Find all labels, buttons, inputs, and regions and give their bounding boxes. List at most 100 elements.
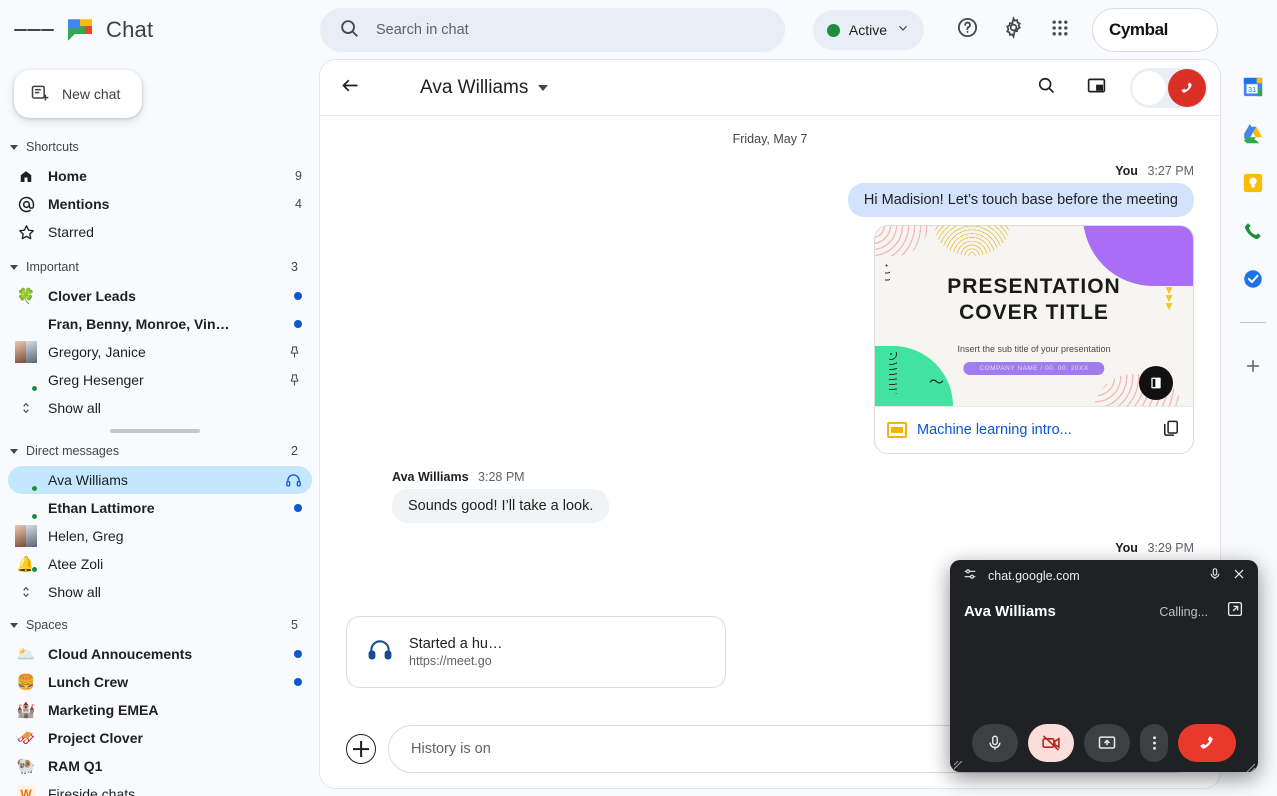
svg-text:31: 31 <box>1248 85 1256 94</box>
google-tasks-icon[interactable] <box>1242 268 1264 290</box>
letter-w-icon: W <box>14 782 38 796</box>
open-in-new-icon[interactable] <box>1226 600 1244 623</box>
sidebar-item-home[interactable]: Home 9 <box>8 162 312 190</box>
section-header-direct-messages[interactable]: Direct messages 2 <box>0 436 320 466</box>
call-overlay-window[interactable]: chat.google.com Ava Williams Calling... <box>950 560 1258 772</box>
pin-icon[interactable] <box>287 373 302 388</box>
avatar <box>380 73 410 103</box>
google-voice-icon[interactable] <box>1242 220 1264 242</box>
huddle-card[interactable]: Started a hu… https://meet.go <box>346 616 726 688</box>
sidebar-item-clover-leads[interactable]: 🍀 Clover Leads <box>8 282 312 310</box>
scroll-indicator[interactable] <box>110 429 200 433</box>
end-call-icon[interactable] <box>1168 68 1206 107</box>
settings-button[interactable] <box>994 10 1034 50</box>
message-bubble[interactable]: Hi Madision! Let’s touch base before the… <box>847 183 1194 217</box>
bell-emoji-icon: 🔔 <box>14 552 39 576</box>
message-sender: You <box>1115 164 1138 178</box>
attachment-filename[interactable]: Machine learning intro... <box>917 422 1151 438</box>
sidebar-item-marketing-emea[interactable]: 🏰 Marketing EMEA <box>8 696 312 724</box>
slide-preview[interactable]: ▼ ▼ ▼ 〜 PRESENTATION COVER TITLE Insert th… <box>875 226 1193 406</box>
conversation-search-button[interactable] <box>1026 68 1066 108</box>
sidebar-item-label: Ethan Lattimore <box>48 500 155 516</box>
search-input[interactable]: Search in chat <box>320 8 785 52</box>
day-separator: Friday, May 7 <box>732 132 808 146</box>
more-options-button[interactable] <box>1140 724 1168 762</box>
message-bubble[interactable]: Sounds good! I’ll take a look. <box>392 489 610 523</box>
section-count: 5 <box>291 618 298 632</box>
add-app-button[interactable] <box>1242 355 1264 377</box>
sidebar-item-fireside-chats[interactable]: W Fireside chats <box>8 780 312 796</box>
chevron-down-icon[interactable] <box>538 84 549 91</box>
sidebar-item-label: Clover Leads <box>48 288 136 304</box>
section-header-important[interactable]: Important 3 <box>0 252 320 282</box>
active-call-toggle[interactable] <box>1130 67 1208 108</box>
resize-handle-bottom-left[interactable] <box>953 758 964 770</box>
account-button[interactable]: Cymbal <box>1091 8 1218 52</box>
unread-dot <box>294 504 302 512</box>
sidebar-item-ram-q1[interactable]: 🐏 RAM Q1 <box>8 752 312 780</box>
sidebar-item-helen-greg[interactable]: Helen, Greg <box>8 522 312 550</box>
sidebar-show-all-dms[interactable]: Show all <box>8 578 312 606</box>
new-chat-button[interactable]: New chat <box>14 70 143 118</box>
sidebar-item-fran-group[interactable]: Fran, Benny, Monroe, Vin… <box>8 310 312 338</box>
sidebar-item-label: Fran, Benny, Monroe, Vin… <box>48 316 230 332</box>
burger-emoji-icon: 🍔 <box>16 673 36 691</box>
app-title: Chat <box>106 17 154 42</box>
sidebar-item-mentions[interactable]: Mentions 4 <box>8 190 312 218</box>
new-chat-label: New chat <box>62 86 121 102</box>
google-apps-button[interactable] <box>1040 10 1080 50</box>
castle-emoji-icon: 🏰 <box>16 701 36 719</box>
back-button[interactable] <box>330 68 370 108</box>
chevron-down-icon <box>10 448 18 454</box>
sidebar-item-lunch-crew[interactable]: 🍔 Lunch Crew <box>8 668 312 696</box>
close-icon[interactable] <box>1232 567 1246 586</box>
sled-emoji-icon: 🛷 <box>16 729 36 747</box>
sidebar-item-atee-zoli[interactable]: 🔔 Atee Zoli <box>8 550 312 578</box>
sidebar-item-gregory-janice[interactable]: Gregory, Janice <box>8 338 312 366</box>
plus-circle-icon[interactable] <box>346 734 376 764</box>
mic-button[interactable] <box>972 724 1018 762</box>
resize-handle-bottom-right[interactable] <box>1245 759 1256 772</box>
present-screen-button[interactable] <box>1084 724 1130 762</box>
section-header-spaces[interactable]: Spaces 5 <box>0 610 320 640</box>
sidebar-item-ethan-lattimore[interactable]: Ethan Lattimore <box>8 494 312 522</box>
section-header-shortcuts[interactable]: Shortcuts <box>0 132 320 162</box>
sidebar-item-ava-williams[interactable]: Ava Williams <box>8 466 312 494</box>
copy-icon[interactable] <box>1161 418 1181 443</box>
decor-dot-grid <box>889 352 897 394</box>
attachment-card[interactable]: ▼ ▼ ▼ 〜 PRESENTATION COVER TITLE Insert th… <box>874 225 1194 454</box>
microphone-icon[interactable] <box>1208 567 1222 586</box>
slide-title: PRESENTATION COVER TITLE <box>947 275 1121 325</box>
google-slides-icon <box>887 422 907 438</box>
section-count: 3 <box>291 260 298 274</box>
google-calendar-icon[interactable]: 31 <box>1242 76 1264 98</box>
section-label: Direct messages <box>26 444 120 458</box>
sidebar-show-all-important[interactable]: Show all <box>8 394 312 422</box>
left-sidebar: Chat New chat Shortcuts Home 9 Mentions … <box>0 0 320 796</box>
picture-in-picture-button[interactable] <box>1076 68 1116 108</box>
hang-up-button[interactable] <box>1178 724 1236 762</box>
person-avatar <box>14 368 38 392</box>
permissions-icon[interactable] <box>962 566 978 587</box>
star-icon <box>14 220 38 244</box>
pin-icon[interactable] <box>287 345 302 360</box>
headset-icon <box>285 472 302 489</box>
decor-rings <box>935 226 1009 256</box>
status-selector[interactable]: Active <box>812 10 924 50</box>
sidebar-item-cloud-annoucements[interactable]: 🌥️ Cloud Annoucements <box>8 640 312 668</box>
chevron-down-icon <box>896 21 910 40</box>
camera-off-button[interactable] <box>1028 724 1074 762</box>
sidebar-item-greg-hesenger[interactable]: Greg Hesenger <box>8 366 312 394</box>
huddle-url[interactable]: https://meet.go <box>409 654 503 668</box>
unread-dot <box>294 678 302 686</box>
sidebar-item-project-clover[interactable]: 🛷 Project Clover <box>8 724 312 752</box>
decor-squiggle: 〜 <box>929 374 945 391</box>
menu-icon[interactable] <box>14 10 54 50</box>
sidebar-item-starred[interactable]: Starred <box>8 218 312 246</box>
google-keep-icon[interactable] <box>1242 172 1264 194</box>
help-button[interactable] <box>948 10 988 50</box>
home-icon <box>14 164 38 188</box>
unread-dot <box>294 292 302 300</box>
sidebar-item-label: Fireside chats <box>48 786 136 796</box>
google-drive-icon[interactable] <box>1242 124 1264 146</box>
